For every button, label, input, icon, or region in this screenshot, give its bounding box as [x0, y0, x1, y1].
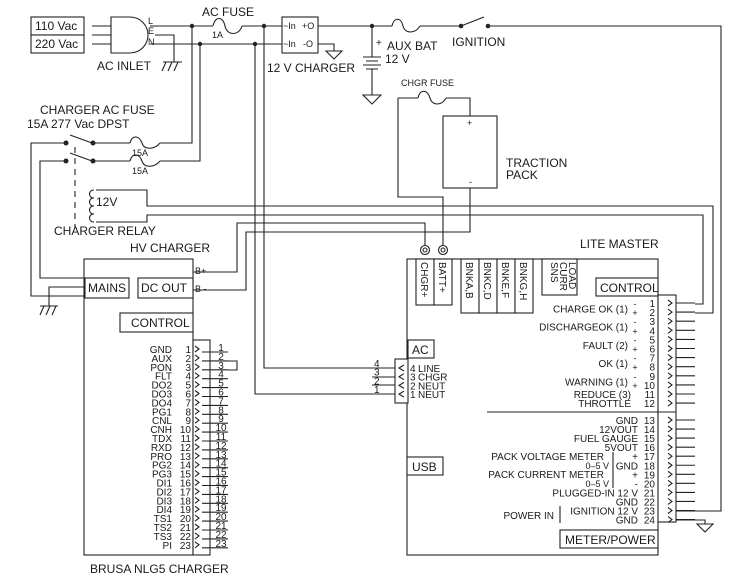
ignition-switch-icon[interactable] [458, 16, 491, 29]
dpst-switch-icon[interactable] [63, 134, 96, 228]
control-pin-number: 12 [644, 399, 656, 410]
ac-source-selector: 110 Vac 220 Vac [30, 16, 85, 54]
ac-pin-name: NEUT [418, 390, 445, 401]
terminal-label: BATT+ [436, 262, 447, 293]
bank-label: BNKE,F [499, 262, 510, 298]
control-signal-label: OK (1) [599, 359, 628, 370]
chassis-ground-icon [161, 61, 182, 72]
ac-pin-wire-number: 1 [374, 385, 380, 396]
pack-current-range: 0–5 V [585, 479, 609, 489]
control-signal-label: CHARGE OK (1) [553, 304, 628, 315]
inlet-pin-n: N [148, 37, 155, 47]
inlet-pin-l: L [148, 16, 153, 26]
hv-pin-number: 23 [180, 541, 192, 552]
ground-icon [676, 519, 715, 533]
hv-pin-name: PI [163, 541, 172, 552]
hv-pin-wire-number: 23 [215, 539, 227, 550]
terminal-post-icon [419, 244, 431, 256]
meter-power-label: METER/POWER [565, 533, 656, 547]
relay-coil-label: 12V [96, 195, 117, 209]
source-220-label: 220 Vac [35, 37, 78, 51]
aux-bat-plus: + [376, 38, 382, 49]
meter-pin-number: 24 [644, 516, 656, 527]
aux-fuse-icon [391, 18, 421, 33]
terminal-post-icon [437, 244, 449, 256]
lite-master-title: LITE MASTER [580, 237, 659, 251]
ac-inlet-label: AC INLET [97, 59, 152, 73]
hv-pin-list: GND 1 1AUX 2 2PON 3 3FLT 4 4DO2 5 5DO3 6 6DO4 7 7PG1 8 8… [150, 343, 228, 552]
ac-pin-list: 4 LINE43 CHGR32 NEUT21 NEUT1 [374, 359, 447, 401]
ac-fuse-rating: 1A [212, 30, 223, 40]
terminal-label: CHGR+ [418, 262, 429, 297]
pin-polarity: + [632, 381, 637, 391]
ac-inlet-plug-icon [110, 16, 149, 54]
wiring-diagram-canvas: 110 Vac 220 Vac L E N AC INLET AC FUSE 1… [27, 5, 722, 576]
bank-label: BNKA,B [463, 262, 474, 299]
charger-12v-out2: -O [303, 39, 313, 49]
ground-icon [324, 50, 344, 60]
charger-relay-label: CHARGER RELAY [54, 224, 156, 238]
control-signal-label: FAULT (2) [583, 341, 628, 352]
ignition-label: IGNITION [452, 35, 505, 49]
control-signal-label: DISCHARGEOK (1) [539, 323, 628, 334]
hv-charger-model: BRUSA NLG5 CHARGER [90, 562, 229, 576]
hv-control-connector [192, 339, 211, 556]
chgr-fuse-icon [417, 90, 447, 105]
dc-out-label: DC OUT [141, 281, 188, 295]
hv-control-label: CONTROL [131, 316, 190, 330]
ac-connector [394, 358, 409, 404]
bank-label: BNKC,D [481, 262, 492, 300]
pin-2-3-jumper [228, 360, 238, 371]
aux-bat-voltage: 12 V [385, 52, 410, 66]
inlet-pin-e: E [148, 26, 154, 36]
hv-charger-title: HV CHARGER [130, 241, 210, 255]
source-110-label: 110 Vac [35, 19, 77, 33]
charger-12v-in1: ~In [283, 21, 296, 31]
pack-plus: + [467, 118, 472, 128]
aux-bat-label: AUX BAT [387, 39, 438, 53]
charger-ac-fuse-rating: 15A 277 Vac DPST [27, 117, 130, 131]
ac-pin-inner-number: 1 [410, 390, 416, 401]
pack-minus: - [469, 177, 472, 187]
wiring-diagram: 110 Vac 220 Vac L E N AC INLET AC FUSE 1… [0, 0, 730, 580]
usb-label: USB [412, 460, 437, 474]
bank-label: BNKG,H [517, 262, 528, 300]
b-plus-label: B+ [195, 266, 206, 276]
power-in-label: POWER IN [503, 511, 554, 522]
charger-12v-label: 12 V CHARGER [267, 61, 355, 75]
ac-fuse-label: AC FUSE [202, 5, 254, 19]
meter-pin-label: GND [616, 516, 638, 527]
chgr-fuse-label: CHGR FUSE [401, 78, 454, 88]
charger-ac-fuse-label: CHARGER AC FUSE [40, 103, 155, 117]
b-minus-label: B - [195, 284, 207, 294]
control-signal-label: WARNING (1) [565, 377, 628, 388]
chassis-ground-icon [39, 286, 85, 316]
mains-label: MAINS [88, 281, 126, 295]
control-signal-label: THROTTLE [578, 399, 631, 410]
ac-label: AC [412, 343, 429, 357]
fuse-rating-1: 15A [132, 148, 148, 158]
lm-control-connector [657, 294, 677, 523]
charger-12v-in2: ~In [283, 39, 296, 49]
lm-control-label: CONTROL [600, 281, 659, 295]
load-sense-label: SNS [548, 262, 559, 283]
charger-12v-out1: +O [302, 21, 314, 31]
fuse-rating-2: 15A [132, 166, 148, 176]
hv-charger-box [83, 258, 194, 556]
traction-pack-label-2: PACK [506, 168, 538, 182]
